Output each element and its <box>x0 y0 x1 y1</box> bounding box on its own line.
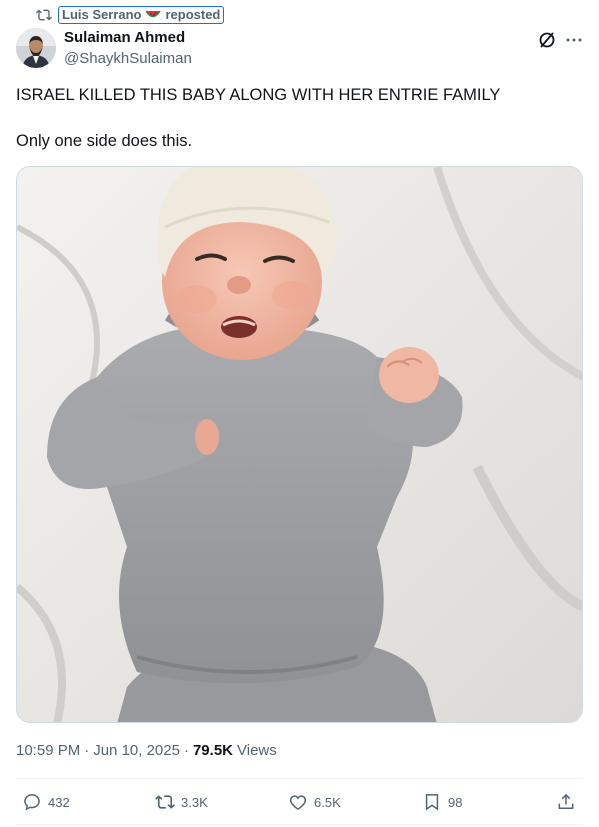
reply-icon <box>24 794 40 811</box>
author-handle[interactable]: @ShaykhSulaiman <box>64 50 192 67</box>
bookmark-button[interactable]: 98 <box>422 790 462 814</box>
reply-button[interactable]: 432 <box>22 790 70 814</box>
divider <box>16 778 583 779</box>
tweet-line-1: ISRAEL KILLED THIS BABY ALONG WITH HER E… <box>16 86 501 104</box>
like-count: 6.5K <box>314 794 341 810</box>
share-icon <box>558 793 574 809</box>
retweet-button[interactable]: 3.3K <box>155 790 208 814</box>
views-count: 79.5K <box>192 742 233 759</box>
repost-icon <box>36 7 52 23</box>
author-name[interactable]: Sulaiman Ahmed <box>64 29 185 46</box>
watermelon-icon <box>145 10 162 20</box>
baby-photo-illustration <box>17 167 582 722</box>
tweet-text: ISRAEL KILLED THIS BABY ALONG WITH HER E… <box>16 84 576 152</box>
reply-count: 432 <box>48 794 70 810</box>
meta-separator: · <box>183 742 189 759</box>
like-button[interactable]: 6.5K <box>288 790 341 814</box>
bookmark-count: 98 <box>448 794 463 810</box>
divider <box>16 824 583 825</box>
tweet-meta: 10:59 PM · Jun 10, 2025 · 79.5K Views <box>16 742 277 759</box>
share-button[interactable] <box>556 790 576 814</box>
like-icon <box>289 795 307 810</box>
tweet-photo[interactable] <box>16 166 583 723</box>
retweet-icon <box>155 795 175 809</box>
bookmark-icon <box>425 794 439 811</box>
meta-separator: · <box>84 742 90 759</box>
avatar[interactable] <box>16 28 56 68</box>
tweet-date[interactable]: Jun 10, 2025 <box>93 742 180 759</box>
views-label: Views <box>237 742 277 759</box>
repost-user[interactable]: Luis Serrano <box>62 7 141 23</box>
retweet-count: 3.3K <box>181 794 208 810</box>
more-icon[interactable] <box>564 30 584 50</box>
repost-header: Luis Serrano reposted <box>36 6 225 24</box>
action-bar: 432 3.3K 6.5K 98 <box>0 790 599 816</box>
repost-label: reposted <box>165 7 221 22</box>
grok-icon[interactable] <box>537 30 557 50</box>
tweet-time[interactable]: 10:59 PM <box>16 742 80 759</box>
tweet-line-2: Only one side does this. <box>16 132 193 150</box>
repost-highlight-box[interactable]: Luis Serrano reposted <box>58 6 225 24</box>
